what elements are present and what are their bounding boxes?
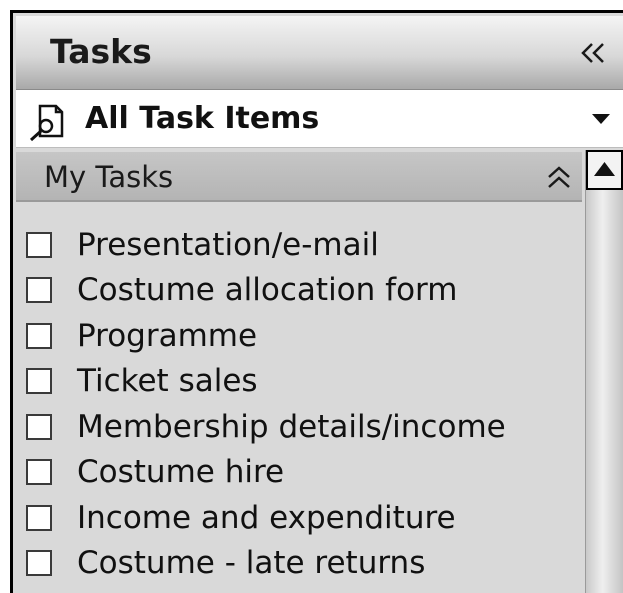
task-label[interactable]: Programme [77, 316, 257, 356]
pane-title: Tasks [50, 32, 152, 71]
collapse-pane-button[interactable] [577, 38, 609, 68]
task-checkbox[interactable] [26, 368, 52, 395]
task-label[interactable]: Membership details/income [77, 407, 506, 447]
task-label[interactable]: Costume hire [77, 452, 284, 492]
task-item[interactable]: Income and expenditure [26, 495, 582, 541]
caret-down-icon [592, 114, 610, 124]
task-checkbox[interactable] [26, 550, 52, 577]
task-checkbox[interactable] [26, 459, 52, 486]
scroll-up-button[interactable] [586, 150, 623, 190]
vertical-scrollbar[interactable] [585, 150, 623, 593]
task-view-dropdown-button[interactable] [589, 110, 613, 128]
task-checkbox[interactable] [26, 231, 52, 258]
task-label[interactable]: Presentation/e-mail [77, 225, 379, 265]
task-item[interactable]: Programme [26, 313, 582, 359]
task-item[interactable]: Ticket sales [26, 359, 582, 405]
tasks-header: Tasks [16, 16, 623, 90]
task-item[interactable]: Costume allocation form [26, 268, 582, 314]
my-tasks-section-header[interactable]: My Tasks [16, 152, 582, 202]
task-view-selector[interactable]: All Task Items [16, 90, 623, 148]
double-chevron-up-icon [548, 166, 570, 188]
task-view-label: All Task Items [85, 101, 320, 136]
caret-up-icon [594, 162, 615, 176]
search-document-icon [28, 102, 68, 142]
task-item[interactable]: Costume hire [26, 450, 582, 496]
task-checkbox[interactable] [26, 504, 52, 531]
task-item[interactable]: Presentation/e-mail [26, 222, 582, 268]
task-label[interactable]: Income and expenditure [77, 498, 456, 538]
task-label[interactable]: Costume allocation form [77, 270, 457, 310]
task-checkbox[interactable] [26, 322, 52, 349]
collapse-section-button[interactable] [544, 162, 574, 192]
task-list: Presentation/e-mail Costume allocation f… [26, 222, 582, 586]
task-checkbox[interactable] [26, 413, 52, 440]
section-title: My Tasks [44, 160, 174, 194]
task-label[interactable]: Costume - late returns [77, 543, 425, 583]
task-label[interactable]: Ticket sales [77, 361, 258, 401]
task-checkbox[interactable] [26, 277, 52, 304]
double-chevron-left-icon [581, 43, 604, 63]
task-item[interactable]: Membership details/income [26, 404, 582, 450]
task-item[interactable]: Costume - late returns [26, 541, 582, 587]
